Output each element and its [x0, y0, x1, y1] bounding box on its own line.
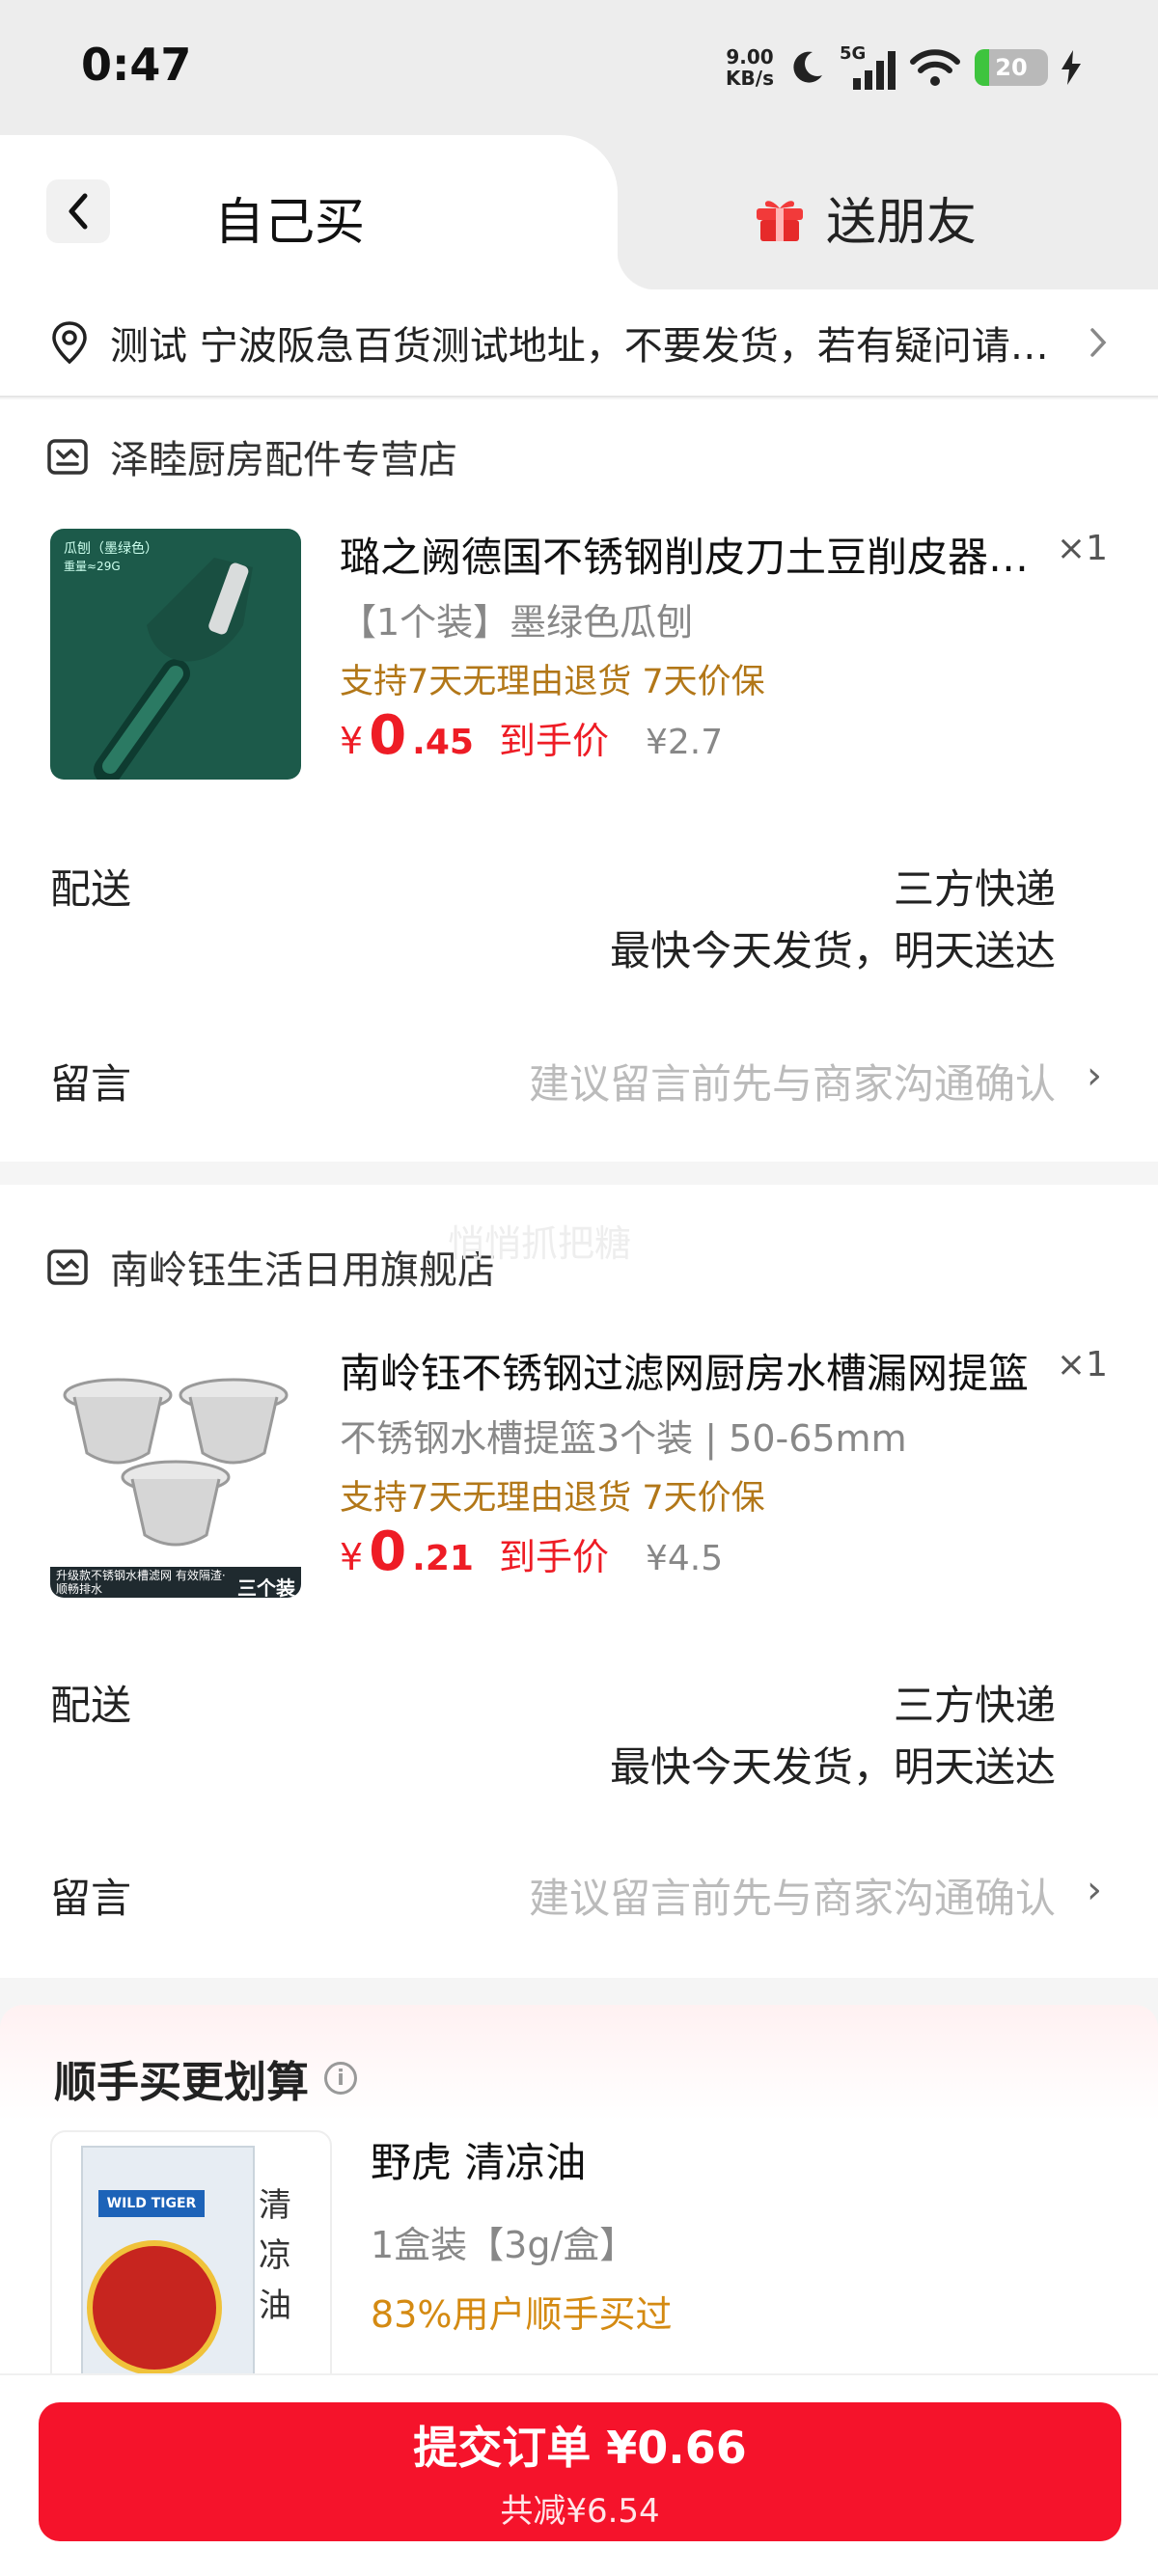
note-row[interactable]: 留言 建议留言前先与商家沟通确认 › — [0, 1850, 1158, 1937]
bottom-bar: 提交订单 ¥0.66 共减¥6.54 — [0, 2373, 1158, 2576]
note-hint: 建议留言前先与商家沟通确认 — [528, 1875, 1056, 1922]
original-price: ¥4.5 — [645, 1539, 724, 1578]
product-spec: 【1个装】墨绿色瓜刨 — [340, 601, 694, 644]
product-title[interactable]: 南岭钰不锈钢过滤网厨房水槽漏网提篮 — [340, 1341, 1044, 1400]
service-tags: 支持7天无理由退货 7天价保 — [340, 1479, 765, 1518]
signal-icon: 5G — [840, 43, 896, 92]
price-decimal: .45 — [412, 723, 474, 762]
address-selector[interactable]: 测试 宁波阪急百货测试地址，不要发货，若有疑问请联系商家 — [0, 289, 1158, 397]
delivery-eta: 最快今天发货，明天送达 — [609, 927, 1056, 974]
store-name: 南岭钰生活日用旗舰店 — [110, 1248, 496, 1293]
price-decimal: .21 — [412, 1539, 474, 1578]
price-symbol: ¥ — [340, 720, 364, 762]
price-tag: 到手价 — [498, 720, 609, 762]
product-quantity: ×1 — [1056, 529, 1108, 568]
delivery-label: 配送 — [50, 1682, 132, 1729]
delivery-method: 三方快递 — [893, 1682, 1056, 1729]
wifi-icon — [910, 49, 960, 86]
tab-gift-label: 送朋友 — [826, 194, 978, 252]
submit-label: 提交订单 ¥0.66 — [413, 2421, 747, 2474]
store-header[interactable]: 南岭钰生活日用旗舰店 — [46, 1239, 496, 1295]
moon-icon — [793, 51, 822, 83]
status-icons: 9.00 KB/s 5G 20 — [726, 39, 1081, 96]
price-int: 0 — [369, 1521, 407, 1583]
service-tags: 支持7天无理由退货 7天价保 — [340, 663, 765, 701]
price-tag: 到手价 — [498, 1536, 609, 1578]
delivery-method: 三方快递 — [893, 865, 1056, 913]
product-image[interactable]: 升级款不锈钢水槽滤网 有效隔渣·顺畅排水 三个装 — [50, 1347, 301, 1598]
original-price: ¥2.7 — [645, 723, 724, 762]
location-pin-icon — [52, 321, 87, 365]
addon-title: 顺手买更划算 i — [54, 2047, 357, 2109]
store-icon — [47, 1249, 88, 1285]
store-icon — [47, 439, 88, 475]
delivery-label: 配送 — [50, 865, 132, 913]
chevron-right-icon: › — [1087, 1054, 1102, 1098]
status-time: 0:47 — [81, 39, 192, 91]
product-title[interactable]: 璐之阙德国不锈钢削皮刀土豆削皮器瓜刨 — [340, 525, 1044, 584]
note-label: 留言 — [50, 1060, 132, 1108]
gift-icon — [757, 200, 803, 241]
product-quantity: ×1 — [1056, 1345, 1108, 1384]
price-symbol: ¥ — [340, 1536, 364, 1578]
price-row: ¥ 0 .21 到手价 ¥4.5 — [340, 1521, 723, 1583]
store-name: 泽睦厨房配件专营店 — [110, 438, 457, 482]
chevron-left-icon — [69, 193, 88, 230]
store-header[interactable]: 泽睦厨房配件专营店 — [46, 428, 457, 484]
submit-order-button[interactable]: 提交订单 ¥0.66 共减¥6.54 — [39, 2402, 1121, 2541]
note-hint: 建议留言前先与商家沟通确认 — [528, 1060, 1056, 1108]
price-row: ¥ 0 .45 到手价 ¥2.7 — [340, 704, 723, 767]
saving-label: 共减¥6.54 — [500, 2491, 660, 2531]
addon-purchase-rate: 83%用户顺手买过 — [371, 2293, 673, 2336]
delivery-eta: 最快今天发货，明天送达 — [609, 1743, 1056, 1791]
tab-buy-for-self[interactable]: 自己买 — [0, 135, 656, 289]
product-spec: 不锈钢水槽提篮3个装 | 50-65mm — [340, 1417, 907, 1460]
info-icon[interactable]: i — [324, 2062, 357, 2095]
note-label: 留言 — [50, 1875, 132, 1922]
note-row[interactable]: 留言 建议留言前先与商家沟通确认 › — [0, 1036, 1158, 1123]
chevron-right-icon: › — [1087, 1868, 1102, 1912]
tab-self-label: 自己买 — [214, 194, 366, 252]
address-text: 测试 宁波阪急百货测试地址，不要发货，若有疑问请联系商家 — [110, 324, 1075, 369]
watermark: 悄悄抓把糖 — [448, 1222, 632, 1265]
charging-icon — [1062, 50, 1081, 85]
network-speed: 9.00 KB/s — [726, 45, 774, 90]
addon-product-spec: 1盒装【3g/盒】 — [371, 2224, 637, 2266]
header: 自己买 送朋友 — [0, 135, 1158, 289]
battery-indicator: 20 — [975, 49, 1048, 86]
addon-product-name[interactable]: 野虎 清凉油 — [371, 2130, 586, 2189]
order-card: 泽睦厨房配件专营店 瓜刨（墨绿色） 重量≈29G 璐之阙德国不锈钢削皮刀土豆削皮… — [0, 399, 1158, 1162]
status-bar: 0:47 9.00 KB/s 5G 20 — [0, 0, 1158, 135]
chevron-right-icon — [1090, 328, 1107, 357]
order-card: 南岭钰生活日用旗舰店 升级款不锈钢水槽滤网 有效隔渣·顺畅排水 三个装 南岭钰不… — [0, 1185, 1158, 1978]
product-image[interactable]: 瓜刨（墨绿色） 重量≈29G — [50, 529, 301, 780]
back-button[interactable] — [46, 179, 110, 243]
tab-send-to-friend[interactable]: 送朋友 — [753, 181, 977, 254]
price-int: 0 — [369, 704, 407, 767]
